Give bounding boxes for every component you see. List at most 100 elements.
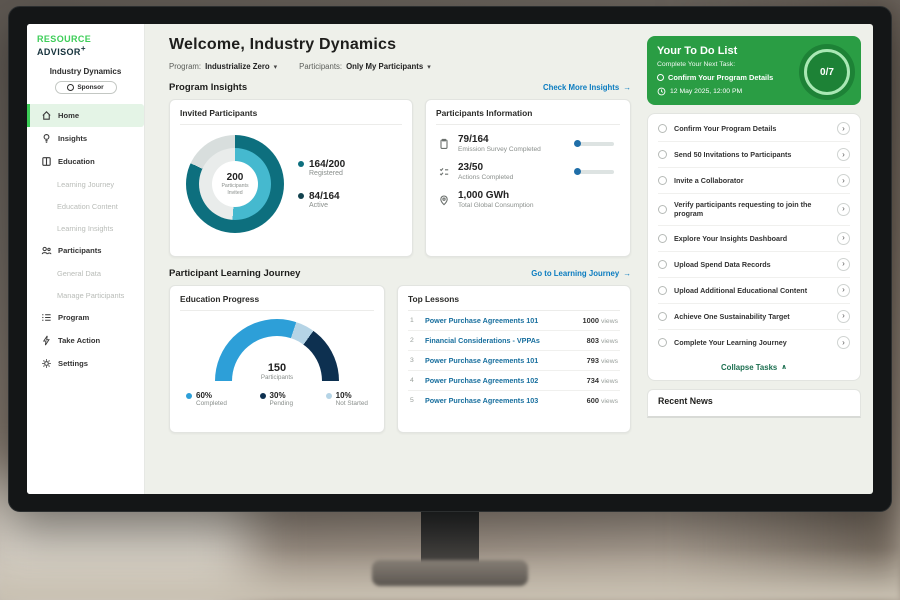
education-progress-card: Education Progress 150 Participants (169, 285, 385, 433)
learning-cards-row: Education Progress 150 Participants (169, 285, 631, 433)
task-label: Explore Your Insights Dashboard (674, 234, 830, 243)
sidebar-item-home[interactable]: Home (27, 104, 144, 127)
legend-item-not-started: 10% Not Started (326, 391, 368, 407)
collapse-tasks-button[interactable]: Collapse Tasks ∧ (658, 356, 850, 378)
todo-next-task-label: Confirm Your Program Details (668, 73, 773, 82)
sidebar-item-label: General Data (57, 269, 101, 278)
lesson-views-value: 803 (587, 336, 599, 345)
top-lessons-card: Top Lessons 1 Power Purchase Agreements … (397, 285, 631, 433)
sidebar-item-program[interactable]: Program (27, 306, 144, 329)
education-gauge-chart: 150 Participants (215, 319, 339, 381)
sidebar-nav: Home Insights Education Learning Journey… (27, 104, 144, 375)
checkbox-icon[interactable] (658, 312, 667, 321)
sidebar-item-manage-participants[interactable]: Manage Participants (27, 284, 144, 306)
checkbox-icon[interactable] (658, 205, 667, 214)
metric-label: Emission Survey Completed (458, 146, 570, 153)
program-insights-header: Program Insights Check More Insights → (169, 82, 631, 93)
legend-dot (186, 393, 192, 399)
lesson-rank: 1 (410, 317, 418, 324)
filter-bar: Program: Industrialize Zero ▾ Participan… (169, 62, 631, 71)
sidebar-item-participants[interactable]: Participants (27, 239, 144, 262)
checkbox-icon[interactable] (658, 260, 667, 269)
chevron-right-icon[interactable]: › (837, 310, 850, 323)
chevron-right-icon[interactable]: › (837, 336, 850, 349)
legend-value: 60% (196, 391, 227, 400)
consumption-row: 1,000 GWh Total Global Consumption (436, 181, 620, 209)
go-to-learning-journey-link[interactable]: Go to Learning Journey → (531, 269, 631, 278)
task-row-confirm-program[interactable]: Confirm Your Program Details › (658, 116, 850, 142)
task-row-invite-collaborator[interactable]: Invite a Collaborator › (658, 168, 850, 194)
task-row-upload-spend-data[interactable]: Upload Spend Data Records › (658, 252, 850, 278)
lesson-link[interactable]: Power Purchase Agreements 102 (425, 376, 580, 385)
chevron-right-icon[interactable]: › (837, 148, 850, 161)
task-row-send-invitations[interactable]: Send 50 Invitations to Participants › (658, 142, 850, 168)
program-select[interactable]: Program: Industrialize Zero ▾ (169, 62, 277, 71)
monitor-bezel: RESOURCE ADVISOR+ Industry Dynamics Spon… (8, 6, 892, 512)
checkbox-icon[interactable] (658, 176, 667, 185)
lesson-row[interactable]: 4 Power Purchase Agreements 102 734views (408, 371, 620, 391)
sidebar-item-label: Participants (58, 246, 101, 255)
sponsor-badge[interactable]: Sponsor (55, 81, 117, 94)
checkbox-icon[interactable] (658, 234, 667, 243)
sidebar-item-general-data[interactable]: General Data (27, 262, 144, 284)
legend-value: 84/164 (309, 191, 340, 202)
task-row-verify-participants[interactable]: Verify participants requesting to join t… (658, 194, 850, 226)
home-icon (41, 110, 52, 121)
sidebar-item-learning-insights[interactable]: Learning Insights (27, 217, 144, 239)
lesson-row[interactable]: 2 Financial Considerations - VPPAs 803vi… (408, 331, 620, 351)
learning-journey-header: Participant Learning Journey Go to Learn… (169, 268, 631, 279)
checkbox-icon[interactable] (658, 286, 667, 295)
task-label: Send 50 Invitations to Participants (674, 150, 830, 159)
participants-select[interactable]: Participants: Only My Participants ▾ (299, 62, 431, 71)
lesson-views-value: 734 (587, 376, 599, 385)
legend-dot (260, 393, 266, 399)
participants-information-card: Participants Information 79/164 Emission… (425, 99, 631, 257)
lesson-link[interactable]: Financial Considerations - VPPAs (425, 336, 580, 345)
card-title: Top Lessons (408, 294, 620, 311)
checkbox-icon[interactable] (658, 338, 667, 347)
sidebar-item-education-content[interactable]: Education Content (27, 195, 144, 217)
chevron-down-icon: ▾ (427, 63, 431, 71)
gear-icon (41, 358, 52, 369)
chevron-right-icon[interactable]: › (837, 122, 850, 135)
progress-ring-track: 0/7 (804, 49, 850, 95)
gauge-center-label: Participants (215, 374, 339, 381)
task-row-upload-educational-content[interactable]: Upload Additional Educational Content › (658, 278, 850, 304)
gauge-center: 150 Participants (215, 362, 339, 381)
sidebar-item-settings[interactable]: Settings (27, 352, 144, 375)
sidebar-item-insights[interactable]: Insights (27, 127, 144, 150)
lesson-row[interactable]: 1 Power Purchase Agreements 101 1000view… (408, 311, 620, 331)
recent-news-section: Recent News (647, 389, 861, 418)
legend-item-active: 84/164 Active (298, 191, 345, 209)
legend-label: Not Started (336, 400, 368, 407)
chevron-right-icon[interactable]: › (837, 203, 850, 216)
chevron-right-icon[interactable]: › (837, 232, 850, 245)
lesson-link[interactable]: Power Purchase Agreements 101 (425, 356, 580, 365)
task-row-complete-learning-journey[interactable]: Complete Your Learning Journey › (658, 330, 850, 356)
task-row-achieve-target[interactable]: Achieve One Sustainability Target › (658, 304, 850, 330)
sidebar-item-take-action[interactable]: Take Action (27, 329, 144, 352)
lesson-row[interactable]: 3 Power Purchase Agreements 101 793views (408, 351, 620, 371)
sponsor-label: Sponsor (77, 84, 103, 91)
sidebar: RESOURCE ADVISOR+ Industry Dynamics Spon… (27, 24, 145, 494)
chevron-right-icon[interactable]: › (837, 258, 850, 271)
checklist-icon (438, 166, 450, 178)
sidebar-item-label: Manage Participants (57, 291, 124, 300)
chevron-right-icon[interactable]: › (837, 174, 850, 187)
lesson-link[interactable]: Power Purchase Agreements 103 (425, 396, 580, 405)
legend-dot (326, 393, 332, 399)
checkbox-icon[interactable] (658, 150, 667, 159)
sidebar-item-learning-journey[interactable]: Learning Journey (27, 173, 144, 195)
check-more-insights-link[interactable]: Check More Insights → (543, 83, 631, 92)
todo-next-task[interactable]: Confirm Your Program Details (657, 73, 802, 82)
lesson-row[interactable]: 5 Power Purchase Agreements 103 600views (408, 391, 620, 410)
sidebar-item-label: Settings (58, 359, 88, 368)
metric-label: Actions Completed (458, 174, 570, 181)
sidebar-item-label: Education Content (57, 202, 118, 211)
lesson-link[interactable]: Power Purchase Agreements 101 (425, 316, 576, 325)
sidebar-item-education[interactable]: Education (27, 150, 144, 173)
page-title: Welcome, Industry Dynamics (169, 36, 631, 54)
checkbox-icon[interactable] (658, 124, 667, 133)
chevron-right-icon[interactable]: › (837, 284, 850, 297)
task-row-explore-insights[interactable]: Explore Your Insights Dashboard › (658, 226, 850, 252)
